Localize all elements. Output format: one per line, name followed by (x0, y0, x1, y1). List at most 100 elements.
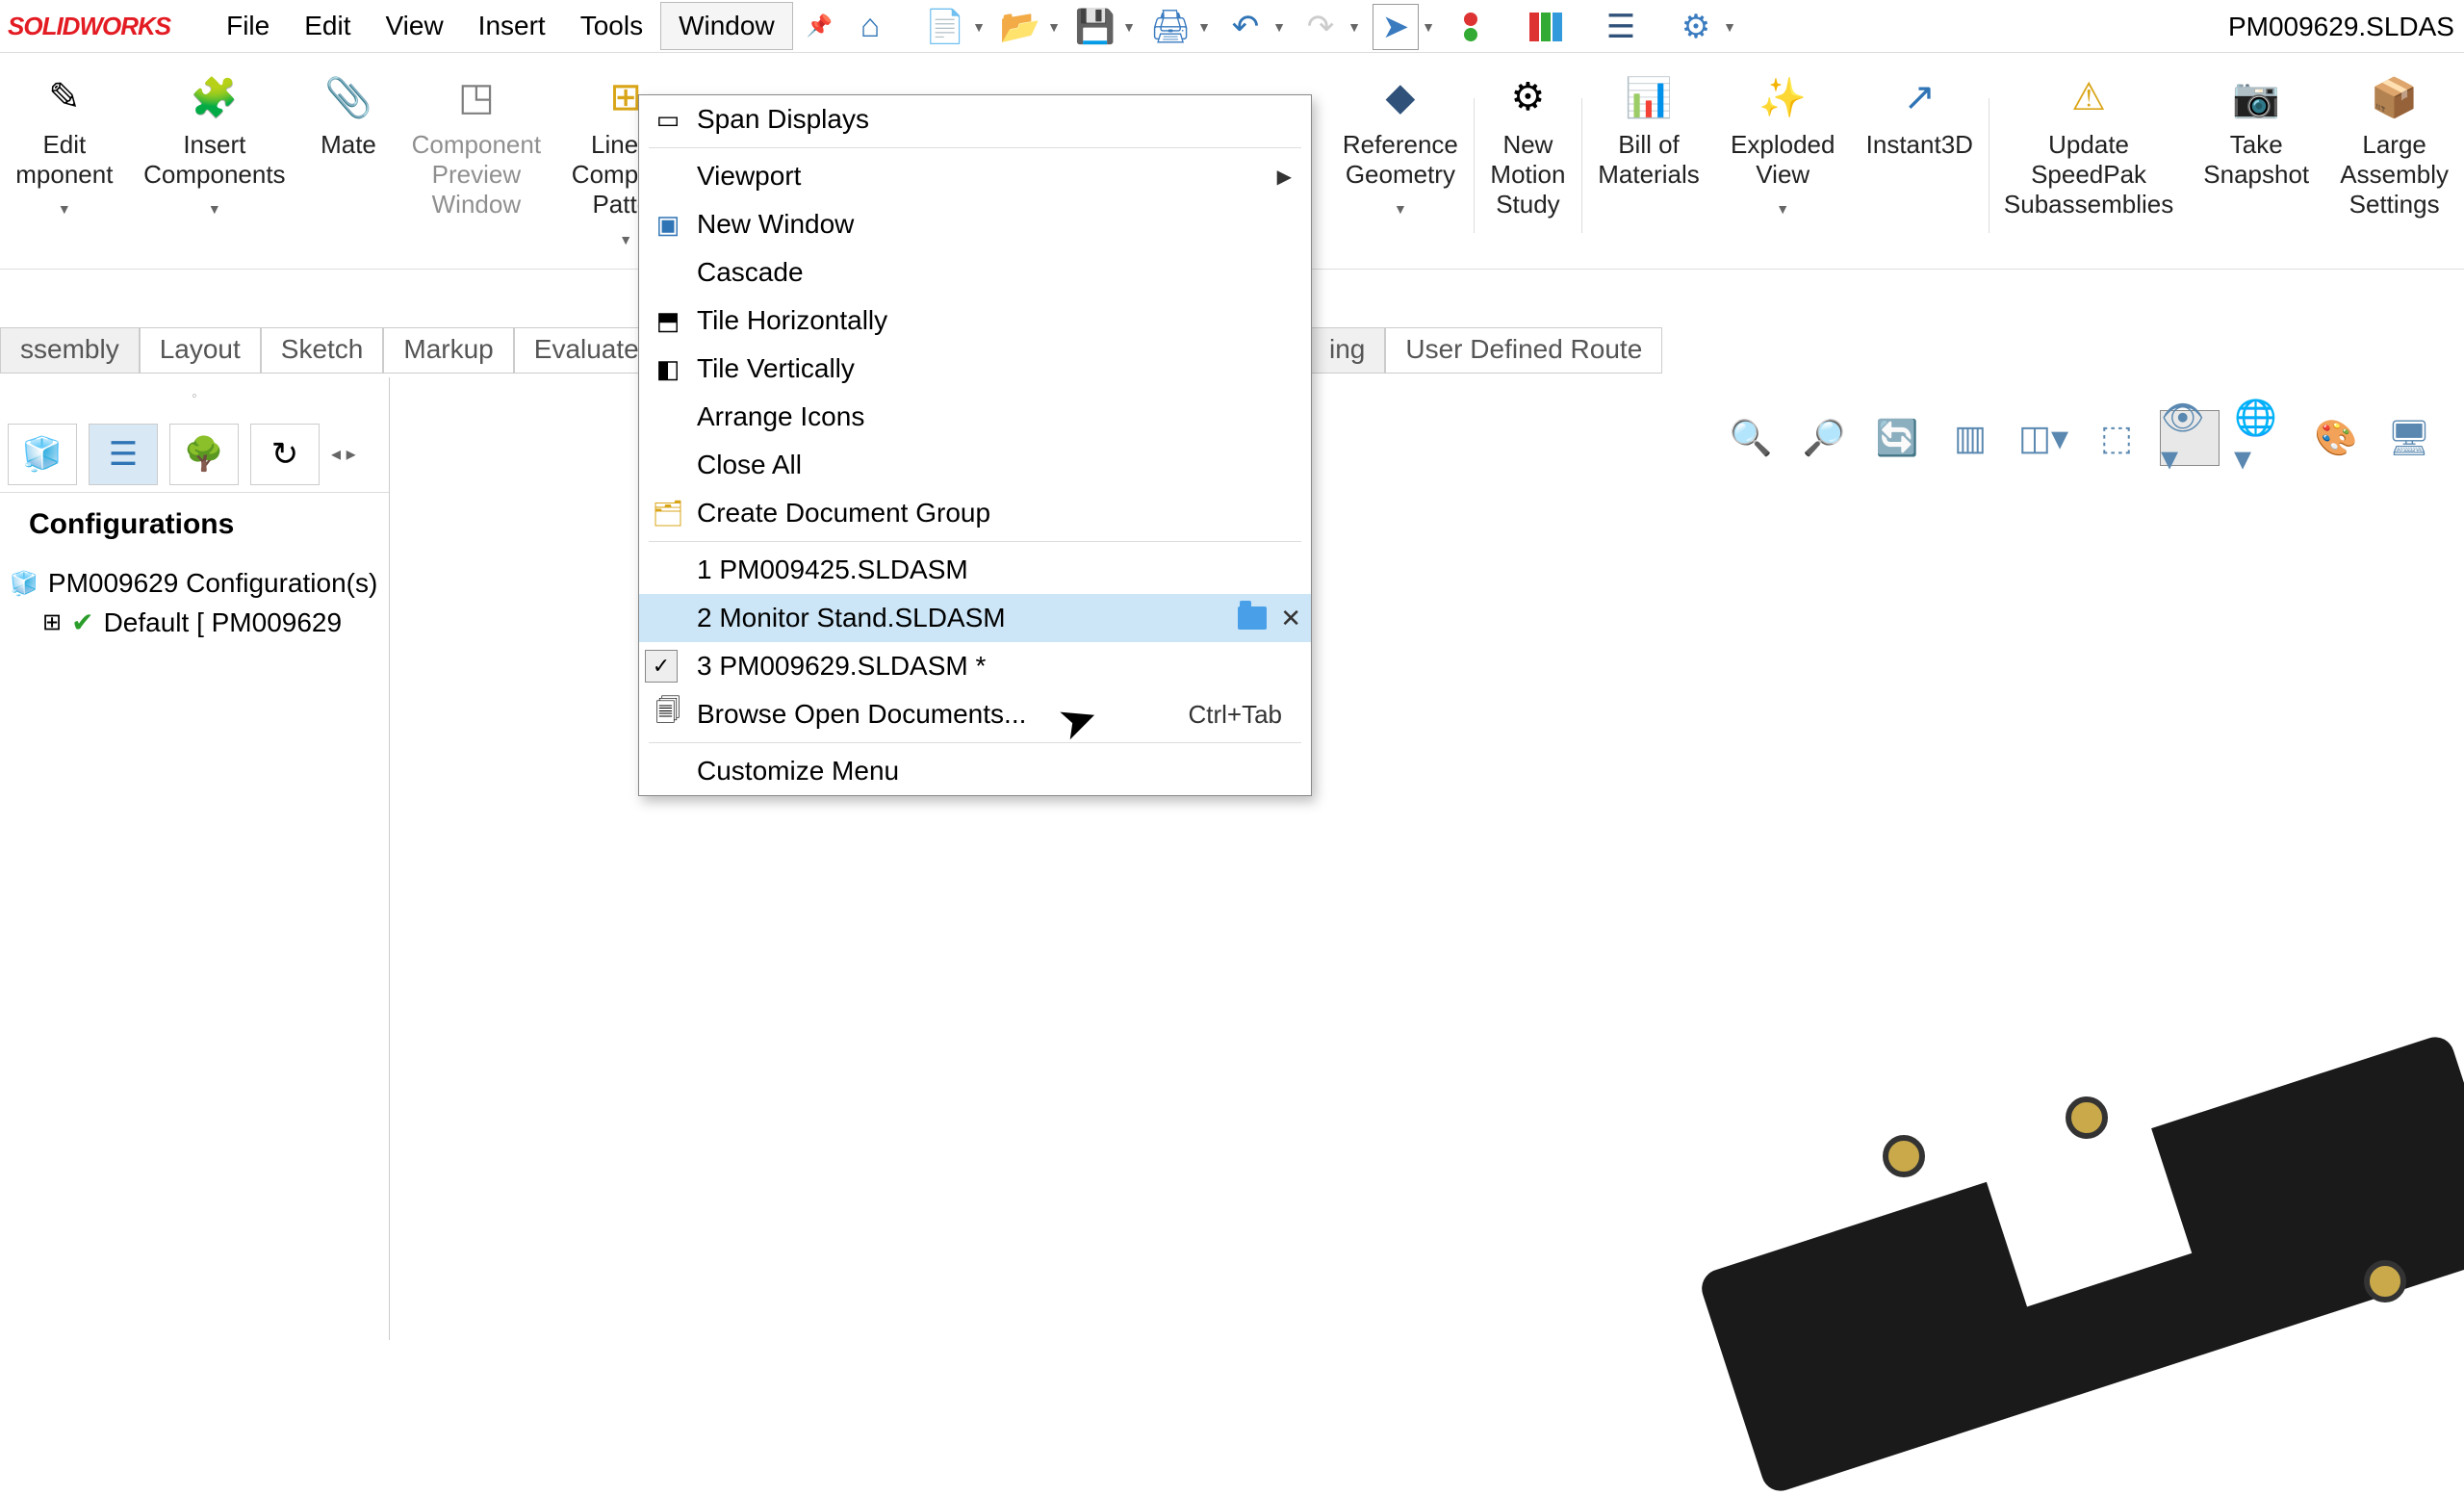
view-settings-icon[interactable]: 🖥 (2379, 410, 2439, 466)
tab-markup[interactable]: Markup (383, 327, 513, 374)
rebuild-icon[interactable] (1523, 4, 1569, 50)
zoom-fit-icon[interactable]: 🔍 (1721, 410, 1781, 466)
menu-create-doc-group[interactable]: 🗂 Create Document Group (639, 489, 1311, 537)
appearance-icon[interactable]: 🌐▾ (2233, 410, 2293, 466)
menu-cascade[interactable]: Cascade (639, 248, 1311, 297)
menu-viewport[interactable]: Viewport ▶ (639, 152, 1311, 200)
panel-tab-assembly[interactable]: 🧊 (8, 424, 77, 485)
take-snapshot-button[interactable]: 📷 Take Snapshot (2188, 63, 2324, 197)
viewport-label: Viewport (697, 161, 801, 192)
menu-edit[interactable]: Edit (287, 3, 368, 49)
cascade-label: Cascade (697, 257, 804, 288)
heads-up-view-toolbar: 🔍 🔎 🔄 ▥ ◫▾ ⬚ 👁▾ 🌐▾ 🎨 🖥 (1715, 404, 2445, 472)
print-icon[interactable]: 🖨▼ (1147, 4, 1194, 50)
menu-view[interactable]: View (368, 3, 460, 49)
menu-doc-3[interactable]: ✓ 3 PM009629.SLDASM * (639, 642, 1311, 690)
menu-tile-vertically[interactable]: ◧ Tile Vertically (639, 345, 1311, 393)
panel-tab-config[interactable]: ☰ (89, 424, 158, 485)
update-speedpak-label: Update SpeedPak Subassemblies (2004, 130, 2173, 220)
insert-components-label: Insert Components (143, 130, 285, 190)
reference-geometry-button[interactable]: ◆ Reference Geometry ▼ (1327, 63, 1474, 224)
exploded-view-button[interactable]: ✨ Exploded View ▼ (1715, 63, 1851, 224)
menu-tile-horizontally[interactable]: ⬒ Tile Horizontally (639, 297, 1311, 345)
menu-insert[interactable]: Insert (461, 3, 563, 49)
feature-manager-panel: ◦ 🧊 ☰ 🌳 ↻ ◂ ▸ Configurations 🧊 PM009629 … (0, 377, 390, 1340)
panel-tab-motion[interactable]: ↻ (250, 424, 320, 485)
hide-show-icon[interactable]: 👁▾ (2160, 410, 2220, 466)
new-doc-icon[interactable]: 📄▼ (922, 4, 968, 50)
save-icon[interactable]: 💾▼ (1072, 4, 1118, 50)
assembly-3d-view[interactable] (1694, 1091, 2464, 1341)
insert-components-button[interactable]: 🧩 Insert Components ▼ (129, 63, 300, 224)
tab-layout[interactable]: Layout (140, 327, 261, 374)
zoom-area-icon[interactable]: 🔎 (1794, 410, 1854, 466)
tree-default-config[interactable]: ⊞ ✔ Default [ PM009629 (10, 603, 379, 642)
window-menu-dropdown: ▭ Span Displays Viewport ▶ ▣ New Window … (638, 94, 1312, 796)
menu-close-all[interactable]: Close All (639, 441, 1311, 489)
tab-user-route[interactable]: User Defined Route (1385, 327, 1662, 374)
take-snapshot-label: Take Snapshot (2203, 130, 2309, 190)
tab-assembly[interactable]: ssembly (0, 327, 140, 374)
tile-v-label: Tile Vertically (697, 353, 855, 384)
display-style-icon[interactable]: ⬚ (2087, 410, 2146, 466)
list-icon[interactable]: ☰ (1598, 4, 1644, 50)
scene-icon[interactable]: 🎨 (2306, 410, 2366, 466)
exploded-view-label: Exploded View (1731, 130, 1835, 190)
doc2-label: 2 Monitor Stand.SLDASM (697, 603, 1006, 633)
open-icon[interactable]: 📂▼ (997, 4, 1043, 50)
tree-default-label: Default [ PM009629 (104, 607, 343, 638)
menu-span-displays[interactable]: ▭ Span Displays (639, 95, 1311, 143)
tile-v-icon: ◧ (651, 354, 685, 384)
large-assembly-icon: 📦 (2368, 70, 2422, 124)
tab-sketch[interactable]: Sketch (261, 327, 384, 374)
menu-file[interactable]: File (209, 3, 287, 49)
menu-browse-open-docs[interactable]: 🗐 Browse Open Documents... Ctrl+Tab (639, 690, 1311, 738)
checkmark-icon: ✓ (645, 650, 678, 683)
edit-component-button[interactable]: ✎ Edit mponent ▼ (0, 63, 129, 224)
bom-icon: 📊 (1622, 70, 1676, 124)
menu-arrange-icons[interactable]: Arrange Icons (639, 393, 1311, 441)
speedpak-icon: ⚠ (2062, 70, 2116, 124)
view-orientation-icon[interactable]: ◫▾ (2014, 410, 2073, 466)
home-icon[interactable]: ⌂ (847, 4, 893, 50)
component-preview-label: Component Preview Window (412, 130, 541, 220)
command-tabs: ssembly Layout Sketch Markup Evaluate (0, 327, 659, 374)
instant3d-label: Instant3D (1866, 130, 1973, 160)
edit-component-icon: ✎ (38, 70, 91, 124)
reference-geometry-label: Reference Geometry (1343, 130, 1458, 190)
component-preview-button[interactable]: ◳ Component Preview Window (397, 63, 556, 228)
menu-window[interactable]: Window (660, 2, 793, 50)
traffic-light-icon[interactable] (1448, 4, 1494, 50)
bom-label: Bill of Materials (1598, 130, 1699, 190)
doc1-label: 1 PM009425.SLDASM (697, 555, 968, 585)
update-speedpak-button[interactable]: ⚠ Update SpeedPak Subassemblies (1989, 63, 2188, 228)
preview-window-icon: ◳ (449, 70, 503, 124)
close-icon[interactable]: ✕ (1280, 604, 1301, 633)
panel-tab-tree[interactable]: 🌳 (169, 424, 239, 485)
menu-doc-2[interactable]: 2 Monitor Stand.SLDASM ✕ (639, 594, 1311, 642)
undo-icon[interactable]: ↶▼ (1222, 4, 1269, 50)
instant3d-button[interactable]: ↗ Instant3D (1851, 63, 1989, 168)
pin-icon[interactable]: 📌 (793, 13, 846, 39)
menu-tools[interactable]: Tools (563, 3, 660, 49)
settings-icon[interactable]: ⚙▼ (1673, 4, 1719, 50)
edit-component-label: Edit mponent (15, 130, 113, 190)
browse-label: Browse Open Documents... (697, 699, 1026, 730)
section-view-icon[interactable]: ▥ (1940, 410, 2000, 466)
previous-view-icon[interactable]: 🔄 (1867, 410, 1927, 466)
tree-root[interactable]: 🧊 PM009629 Configuration(s) (10, 564, 379, 603)
large-assembly-button[interactable]: 📦 Large Assembly Settings (2324, 63, 2464, 228)
mate-button[interactable]: 📎 Mate (300, 63, 397, 168)
new-motion-study-button[interactable]: ⚙ New Motion Study (1475, 63, 1581, 228)
select-tool-icon[interactable]: ➤▼ (1373, 4, 1419, 50)
create-group-label: Create Document Group (697, 498, 990, 529)
menu-new-window[interactable]: ▣ New Window (639, 200, 1311, 248)
motion-study-icon: ⚙ (1501, 70, 1554, 124)
new-window-icon: ▣ (651, 210, 685, 240)
menu-customize[interactable]: Customize Menu (639, 747, 1311, 795)
tab-ing[interactable]: ing (1309, 327, 1385, 374)
menu-doc-1[interactable]: 1 PM009425.SLDASM (639, 546, 1311, 594)
folder-icon[interactable] (1238, 606, 1267, 630)
redo-icon[interactable]: ↷▼ (1297, 4, 1344, 50)
bom-button[interactable]: 📊 Bill of Materials (1582, 63, 1715, 197)
